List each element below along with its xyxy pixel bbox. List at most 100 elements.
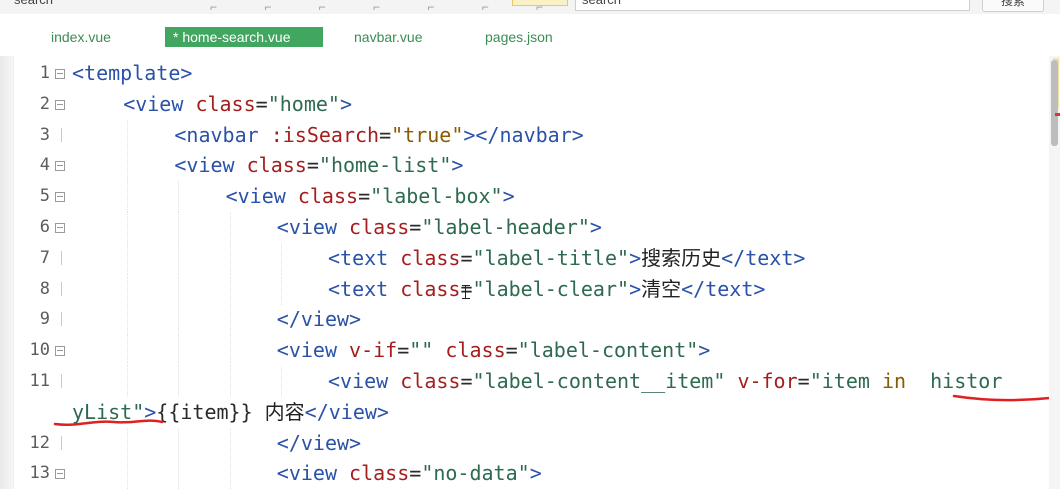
tab-pages-json[interactable]: pages.json (485, 27, 553, 47)
indent-guide (280, 273, 282, 305)
indent-guide (127, 150, 129, 182)
code-token: "label-header" (421, 215, 590, 239)
fold-toggle-icon[interactable] (55, 223, 65, 233)
line-number: 3 (39, 124, 50, 145)
code-token: class (297, 184, 359, 209)
code-token: </view> (276, 307, 362, 332)
code-token: = (505, 338, 518, 363)
code-token: > (629, 245, 642, 270)
indent-guide (178, 458, 180, 489)
code-line[interactable]: 5 <view class="label-box"> (0, 181, 1060, 213)
code-line[interactable]: 3 <navbar :isSearch="true"></navbar> (0, 119, 1060, 151)
code-token: > (502, 184, 515, 209)
code-line[interactable]: 1 <template> (0, 58, 1060, 89)
code-token: class (400, 276, 461, 301)
code-token: > (451, 153, 464, 178)
code-token: "label-title" (472, 245, 630, 270)
code-line[interactable]: 12 </view> (0, 427, 1060, 459)
code-token: = (409, 215, 422, 239)
search-field[interactable] (575, 0, 970, 11)
fold-guide-icon (61, 127, 65, 142)
search-button[interactable]: 搜索 (982, 0, 1044, 12)
indent-guide (127, 212, 129, 243)
code-token: "" (409, 338, 434, 363)
code-token: = (409, 461, 422, 486)
code-line[interactable]: 10 <view v-if="" class="label-content"> (0, 335, 1060, 367)
code-token: class (246, 153, 307, 178)
indent-guide (127, 366, 129, 397)
fold-toggle-icon[interactable] (55, 99, 65, 110)
code-line[interactable]: 13 <view class="no-data"> (0, 458, 1060, 489)
tab-index-vue[interactable]: index.vue (51, 27, 111, 47)
fold-toggle-icon[interactable] (55, 192, 65, 203)
code-line[interactable]: 2 <view class="home"> (0, 89, 1060, 120)
fold-guide-icon (61, 435, 65, 450)
fold-guide-icon (61, 250, 65, 265)
code-text: <text class="label-title">搜索历史</text> (328, 243, 805, 274)
code-token: = (460, 245, 473, 270)
vertical-scrollbar[interactable] (1049, 56, 1060, 489)
code-line[interactable]: 4 <view class="home-list"> (0, 150, 1060, 182)
code-token: class (195, 91, 256, 116)
line-number: 12 (29, 432, 50, 453)
fold-guide-icon (61, 312, 65, 327)
scrollbar-thumb[interactable] (1051, 60, 1058, 146)
indent-guide (127, 458, 129, 489)
code-token: 清空 (641, 276, 682, 301)
fold-toggle-icon[interactable] (55, 69, 65, 79)
line-number: 6 (39, 217, 50, 237)
indent-guide (127, 242, 129, 274)
code-line[interactable]: 6 <view class="label-header"> (0, 212, 1060, 243)
fold-toggle-icon[interactable] (55, 346, 65, 357)
code-text: <template> (72, 58, 192, 89)
code-token: "item (809, 369, 882, 393)
code-token: = (379, 122, 392, 147)
code-token: class (400, 245, 461, 270)
line-number: 4 (39, 155, 50, 176)
code-text: <text class="label-clear">清空</text> (328, 274, 765, 305)
code-token: </text> (681, 276, 766, 301)
tab-label: navbar.vue (354, 29, 423, 45)
code-text: <view class="home-list"> (174, 150, 463, 181)
scrollbar-error-marker (1055, 113, 1060, 116)
code-line[interactable]: 11 <view class="label-content__item" v-fo… (0, 366, 1060, 397)
tab-home-search-vue[interactable]: * home-search.vue (165, 27, 323, 47)
indent-guide (127, 427, 129, 459)
text-cursor-icon (462, 285, 473, 299)
fold-toggle-icon[interactable] (55, 161, 65, 172)
code-text: </view> (277, 428, 361, 459)
tab-navbar-vue[interactable]: navbar.vue (354, 27, 423, 47)
line-number: 1 (39, 63, 50, 83)
code-token: > (629, 276, 642, 301)
code-token: <text (328, 276, 401, 301)
highlighted-toolbar-item[interactable] (512, 0, 568, 6)
code-token: ></navbar> (463, 122, 584, 147)
line-number: 10 (29, 340, 50, 361)
code-text: <view class="label-content__item" v-for=… (328, 366, 1002, 397)
code-token: 内容 (264, 399, 305, 424)
indent-guide (229, 335, 231, 367)
indent-guide (178, 366, 180, 397)
code-token: = (797, 369, 810, 393)
code-token: "true" (391, 122, 464, 147)
code-token: <navbar (174, 122, 271, 147)
code-token: class (349, 215, 410, 239)
code-token: = (397, 338, 410, 363)
tab-label: pages.json (485, 29, 553, 45)
code-line[interactable]: 8 <text class="label-clear">清空</text> (0, 273, 1060, 305)
code-line[interactable]: 7 <text class="label-title">搜索历史</text> (0, 242, 1060, 274)
indent-guide (127, 119, 129, 151)
indent-guide (178, 212, 180, 243)
code-token: v-for (737, 369, 798, 393)
code-token: <view (225, 184, 298, 209)
code-line[interactable]: 9 </view> (0, 304, 1060, 336)
line-number: 11 (29, 371, 50, 391)
indent-guide (178, 335, 180, 367)
code-token: > (589, 215, 602, 239)
code-token: "home" (267, 91, 340, 116)
fold-toggle-icon[interactable] (55, 469, 65, 480)
code-token: = (460, 369, 473, 393)
line-number: 5 (39, 186, 50, 207)
code-editor[interactable]: 1 <template> 2 <view class="home"> 3 <navbar … (0, 56, 1060, 489)
